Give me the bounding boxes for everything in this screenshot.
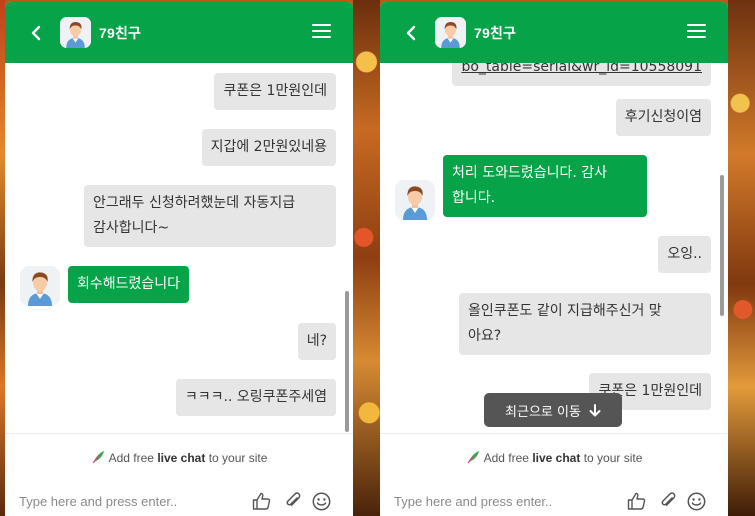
attach-button[interactable] bbox=[282, 490, 304, 512]
chat-widget-right: 79친구 bo_table=serial&wr_id=10558091 후기신청… bbox=[380, 2, 728, 516]
menu-button[interactable] bbox=[687, 24, 706, 40]
message-list: bo_table=serial&wr_id=10558091 후기신청이염 처리… bbox=[380, 63, 728, 433]
message-bubble: ㅋㅋㅋ.. 오링쿠폰주세염 bbox=[175, 379, 336, 416]
message-input[interactable] bbox=[394, 491, 614, 511]
chat-header: 79친구 bbox=[380, 2, 728, 63]
promo-suffix: to your site bbox=[583, 451, 643, 465]
agent-avatar bbox=[435, 17, 466, 48]
message-line: 아요? bbox=[468, 328, 502, 344]
message-bubble: 올인쿠폰도 같이 지급해주신거 맞 아요? bbox=[459, 293, 711, 355]
agent-avatar bbox=[60, 17, 91, 48]
scrollbar[interactable] bbox=[720, 175, 724, 316]
back-arrow-icon bbox=[31, 25, 41, 41]
message-link[interactable]: bo_table=serial&wr_id=10558091 bbox=[461, 63, 702, 75]
feather-icon bbox=[466, 450, 480, 467]
message-line: 감사합니다~ bbox=[93, 220, 170, 236]
promo-link[interactable]: Add free live chat to your site bbox=[5, 450, 353, 467]
scrollbar[interactable] bbox=[345, 291, 349, 432]
paperclip-icon bbox=[286, 492, 301, 506]
hamburger-menu-icon bbox=[312, 24, 331, 38]
message-bubble: 회수해드렸습니다 bbox=[68, 266, 190, 303]
background-artwork-middle bbox=[353, 0, 380, 516]
attach-button[interactable] bbox=[657, 490, 679, 512]
message-bubble: 쿠폰은 1만원인데 bbox=[214, 73, 336, 110]
message-line: 안그래두 신청하려했눈데 자동지급 bbox=[93, 195, 296, 211]
smiley-icon bbox=[312, 492, 330, 510]
like-button[interactable] bbox=[250, 490, 272, 512]
feather-icon bbox=[91, 450, 105, 467]
message-list: 쿠폰은 1만원인데 지갑에 2만원있네용 안그래두 신청하려했눈데 자동지급 감… bbox=[5, 63, 353, 433]
back-button[interactable] bbox=[25, 22, 47, 44]
message-line: 올인쿠폰도 같이 지급해주신거 맞 bbox=[468, 303, 662, 319]
background-artwork-right bbox=[728, 0, 755, 516]
message-bubble: 안그래두 신청하려했눈데 자동지급 감사합니다~ bbox=[84, 185, 336, 247]
promo-bold: live chat bbox=[157, 451, 206, 465]
arrow-down-icon bbox=[589, 403, 601, 416]
promo-bold: live chat bbox=[532, 451, 581, 465]
message-line: 처리 도와드렸습니다. 감사 bbox=[452, 165, 608, 181]
chat-footer: Add free live chat to your site bbox=[380, 433, 728, 516]
chat-widget-left: 79친구 쿠폰은 1만원인데 지갑에 2만원있네용 안그래두 신청하려했눈데 자… bbox=[5, 2, 353, 516]
message-line: 합니다. bbox=[452, 190, 496, 206]
message-bubble: 처리 도와드렸습니다. 감사 합니다. bbox=[443, 155, 647, 217]
jump-to-latest-button[interactable]: 최근으로 이동 bbox=[484, 393, 622, 427]
promo-link[interactable]: Add free live chat to your site bbox=[380, 450, 728, 467]
thumbs-up-icon bbox=[627, 492, 645, 510]
jump-label: 최근으로 이동 bbox=[505, 404, 581, 420]
chat-title: 79친구 bbox=[474, 25, 517, 41]
message-bubble: 오잉.. bbox=[658, 236, 711, 273]
chat-footer: Add free live chat to your site bbox=[5, 433, 353, 516]
message-input[interactable] bbox=[19, 491, 239, 511]
agent-avatar bbox=[395, 180, 435, 220]
back-button[interactable] bbox=[400, 22, 422, 44]
message-bubble: 네? bbox=[297, 323, 336, 360]
message-bubble: 지갑에 2만원있네용 bbox=[201, 129, 336, 166]
thumbs-up-icon bbox=[252, 492, 270, 510]
like-button[interactable] bbox=[625, 490, 647, 512]
paperclip-icon bbox=[661, 492, 676, 506]
hamburger-menu-icon bbox=[687, 24, 706, 38]
promo-prefix: Add free bbox=[108, 451, 154, 465]
back-arrow-icon bbox=[406, 25, 416, 41]
agent-avatar bbox=[20, 266, 60, 306]
emoji-button[interactable] bbox=[310, 490, 332, 512]
chat-header: 79친구 bbox=[5, 2, 353, 63]
promo-prefix: Add free bbox=[483, 451, 529, 465]
promo-suffix: to your site bbox=[208, 451, 268, 465]
chat-title: 79친구 bbox=[99, 25, 142, 41]
emoji-button[interactable] bbox=[685, 490, 707, 512]
menu-button[interactable] bbox=[312, 24, 331, 40]
smiley-icon bbox=[687, 492, 705, 510]
message-bubble: 후기신청이염 bbox=[615, 99, 711, 136]
message-bubble: bo_table=serial&wr_id=10558091 bbox=[452, 63, 711, 86]
